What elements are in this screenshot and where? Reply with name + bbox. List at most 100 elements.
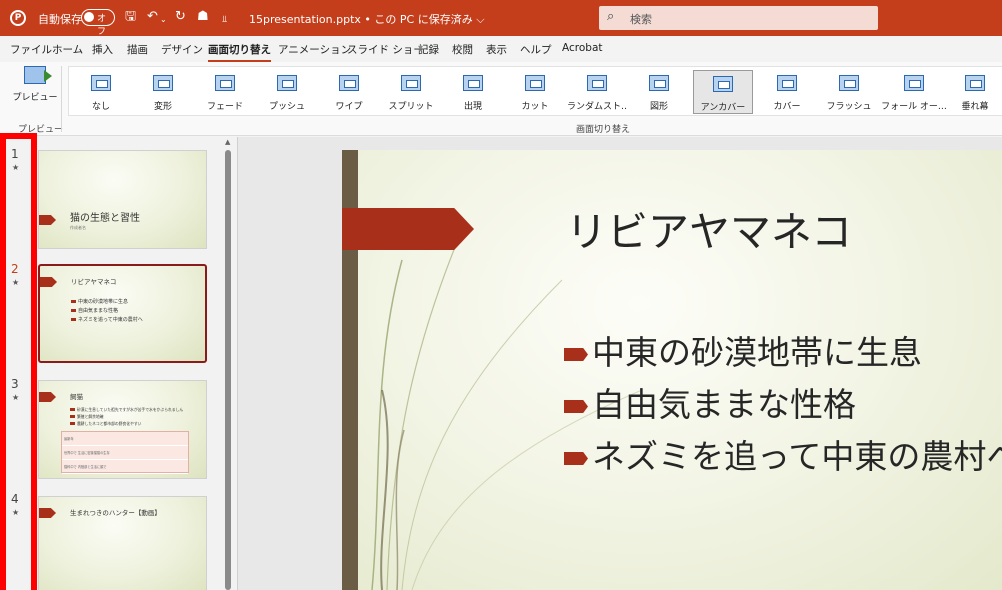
redo-icon[interactable]: ↻: [175, 9, 186, 25]
transition-label: カット: [521, 102, 549, 112]
ribbon-separator: [61, 66, 62, 132]
tab-home[interactable]: ホーム: [52, 42, 83, 57]
transition-morph[interactable]: 変形: [133, 70, 193, 114]
transition-cut[interactable]: カット: [505, 70, 565, 114]
transition-reveal[interactable]: 出現: [443, 70, 503, 114]
bullet-text: 中東の砂漠地帯に生息: [592, 333, 922, 372]
transition-fade[interactable]: フェード: [195, 70, 255, 114]
transition-label: スプリット: [388, 102, 434, 112]
autosave-label: 自動保存: [38, 13, 82, 26]
toggle-knob: [84, 12, 94, 22]
transition-label: 変形: [153, 102, 172, 112]
undo-dropdown-icon[interactable]: ⌄: [160, 12, 167, 28]
slide-thumbnail-3[interactable]: 飼猫 砂漠に生息していた祖先ですが水が苦手で水をかぶられるしん 繁殖と餌余地確 …: [38, 380, 207, 479]
transition-label: カバー: [773, 102, 801, 112]
current-slide[interactable]: リビアヤマネコ 中東の砂漠地帯に生息 自由気ままな性格 ネズミを追って中東の農村…: [342, 150, 1002, 590]
thumb-title: 飼猫: [70, 393, 83, 401]
slide-bullet[interactable]: 自由気ままな性格: [564, 378, 856, 426]
tab-file[interactable]: ファイル: [10, 42, 52, 57]
slide-bullet[interactable]: 中東の砂漠地帯に生息: [564, 326, 922, 374]
ribbon: プレビュー プレビュー なし 変形 フェード プッシュ ワイプ スプリット 出現…: [0, 62, 1002, 136]
table-row: 最新年: [62, 432, 188, 446]
slide-thumbnail-2[interactable]: リビアヤマネコ 中東の砂漠地帯に生息 自由気ままな性格 ネズミを追って中東の農村…: [38, 264, 207, 363]
transition-label: アンカバー: [700, 103, 746, 113]
transitions-gallery: なし 変形 フェード プッシュ ワイプ スプリット 出現 カット ランダムスト……: [68, 66, 1002, 116]
arrow-shape: [39, 215, 56, 225]
save-icon[interactable]: 🖫: [125, 9, 136, 25]
slide-thumbnail-1[interactable]: 猫の生態と習性 作成者名: [38, 150, 207, 249]
transition-fall-over[interactable]: フォール オー…: [881, 70, 947, 114]
transition-label: フォール オー…: [881, 102, 947, 112]
transition-label: フェード: [206, 102, 243, 112]
tab-record[interactable]: 記録: [418, 42, 439, 57]
thumb-bullet: 中東の砂漠地帯に生息: [71, 298, 128, 305]
search-box[interactable]: ⌕ 検索: [599, 6, 878, 30]
preview-button[interactable]: プレビュー: [12, 66, 58, 108]
present-icon[interactable]: ☗: [197, 9, 209, 25]
slides-scrollbar[interactable]: [225, 150, 231, 590]
transition-split[interactable]: スプリット: [381, 70, 441, 114]
preview-label: プレビュー: [12, 93, 58, 103]
transition-none[interactable]: なし: [71, 70, 131, 114]
tab-view[interactable]: 表示: [486, 42, 507, 57]
table-row: 猫科中で 内陸部と生活に類で: [62, 460, 188, 474]
tab-design[interactable]: デザイン: [161, 42, 203, 57]
scroll-up-icon[interactable]: ▲: [225, 138, 230, 146]
file-name[interactable]: 15presentation.pptx • この PC に保存済み ⌵: [249, 11, 485, 27]
powerpoint-logo-icon: P: [10, 10, 26, 26]
thumb-title: リビアヤマネコ: [71, 278, 117, 286]
bullet-text: 自由気ままな性格: [592, 385, 856, 424]
transition-wipe[interactable]: ワイプ: [319, 70, 379, 114]
arrow-shape: [39, 392, 56, 402]
tab-review[interactable]: 校閲: [452, 42, 473, 57]
slide-thumbnail-4[interactable]: 生まれつきのハンター【動画】: [38, 496, 207, 590]
transition-label: プッシュ: [268, 102, 305, 112]
thumb-title: 生まれつきのハンター【動画】: [70, 509, 161, 517]
shape-icon: [649, 75, 669, 91]
thumb-bullet: ネズミを追って中東の農村へ: [71, 316, 143, 323]
tab-help[interactable]: ヘルプ: [520, 42, 552, 57]
transition-shape[interactable]: 図形: [629, 70, 689, 114]
tab-acrobat[interactable]: Acrobat: [562, 42, 603, 54]
transition-label: 図形: [649, 102, 668, 112]
transition-cover[interactable]: カバー: [757, 70, 817, 114]
tab-animations[interactable]: アニメーション: [278, 42, 351, 57]
transition-uncover[interactable]: アンカバー: [693, 70, 753, 114]
search-placeholder: 検索: [630, 13, 652, 26]
fade-icon: [215, 75, 235, 91]
ribbon-tabs: ファイル ホーム 挿入 描画 デザイン 画面切り替え アニメーション スライド …: [0, 36, 1002, 62]
transition-random-bars[interactable]: ランダムスト…: [567, 70, 627, 114]
random-bars-icon: [587, 75, 607, 91]
morph-icon: [153, 75, 173, 91]
autosave-state: オフ: [97, 14, 107, 37]
transition-label: ランダムスト…: [567, 102, 627, 112]
transition-label: フラッシュ: [826, 102, 872, 112]
tab-draw[interactable]: 描画: [127, 42, 148, 57]
transition-label: 垂れ幕: [961, 102, 989, 112]
transition-drape[interactable]: 垂れ幕: [945, 70, 1002, 114]
bullet-arrow-icon: [564, 452, 588, 465]
drape-icon: [965, 75, 985, 91]
thumb-subtitle: 作成者名: [70, 225, 86, 230]
uncover-icon: [713, 76, 733, 92]
slide-bullet[interactable]: ネズミを追って中東の農村へ: [564, 430, 1002, 478]
arrow-shape: [39, 508, 56, 518]
tab-insert[interactable]: 挿入: [92, 42, 113, 57]
tab-slideshow[interactable]: スライド ショー: [347, 42, 424, 57]
thumb-table: 最新年 世界中で 生活に密接猫猫の生存 猫科中で 内陸部と生活に類で: [61, 431, 189, 474]
transition-flash[interactable]: フラッシュ: [819, 70, 879, 114]
thumb-bullet: 自由気ままな性格: [71, 307, 118, 314]
transition-label: 出現: [463, 102, 482, 112]
slide-title[interactable]: リビアヤマネコ: [566, 198, 852, 258]
tab-transitions[interactable]: 画面切り替え: [208, 42, 271, 62]
undo-icon[interactable]: ↶: [147, 9, 158, 25]
search-icon: ⌕: [607, 9, 615, 24]
fall-over-icon: [904, 75, 924, 91]
autosave-toggle[interactable]: オフ: [81, 9, 115, 37]
customize-qat-icon[interactable]: ⫫: [222, 12, 227, 28]
transitions-group-label: 画面切り替え: [576, 125, 631, 135]
push-icon: [277, 75, 297, 91]
highlight-frame: [0, 133, 37, 590]
none-icon: [91, 75, 111, 91]
transition-push[interactable]: プッシュ: [257, 70, 317, 114]
